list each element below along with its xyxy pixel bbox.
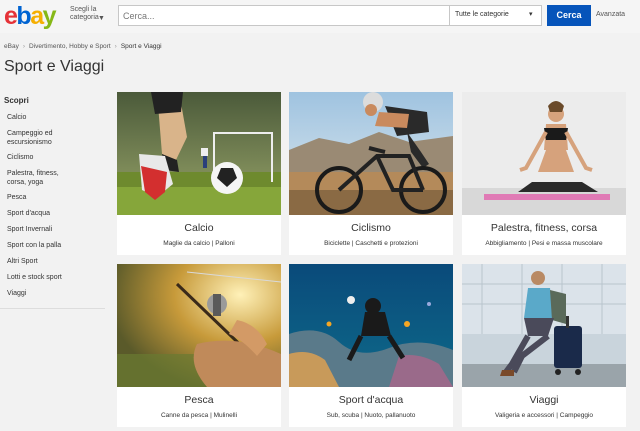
category-dropdown[interactable]: Scegli la categoria ▼ [70,6,114,22]
sidebar-item-viaggi[interactable]: Viaggi [0,289,26,298]
sidebar-item-altri-sport[interactable]: Altri Sport [0,257,38,266]
breadcrumb: eBay › Divertimento, Hobby e Sport › Sport e… [4,43,162,50]
card-image-viaggi [462,264,626,387]
breadcrumb-separator-icon: › [114,43,117,50]
card-title: Ciclismo [351,222,391,234]
breadcrumb-current: Sport e Viaggi [120,43,162,50]
sidebar-divider [0,308,105,309]
card-subtitle: Biciclette | Caschetti e protezioni [324,240,418,247]
search-box: Tutte le categorie ▾ [118,5,542,26]
sidebar-item-pesca[interactable]: Pesca [0,193,26,202]
card-title: Palestra, fitness, corsa [490,222,598,234]
sidebar-item-sport-acqua[interactable]: Sport d'acqua [0,209,50,218]
header: ebay Scegli la categoria ▼ Tutte le cate… [0,0,640,33]
card-image-sport-acqua [289,264,453,387]
card-subtitle: Valigeria e accessori | Campeggio [494,412,594,419]
search-button[interactable]: Cerca [547,5,591,26]
card-subtitle: Abbigliamento | Pesi e massa muscolare [485,240,603,247]
page-title: Sport e Viaggi [4,58,105,75]
card-subtitle: Maglie da calcio | Palloni [163,240,235,247]
card-image-pesca [117,264,281,387]
sidebar-item-campeggio[interactable]: Campeggio ed escursionismo [0,129,70,147]
category-dropdown-label: Scegli la categoria [70,6,99,21]
breadcrumb-separator-icon: › [22,43,25,50]
sidebar-heading: Scopri [4,96,29,105]
category-card-pesca[interactable]: Pesca Canne da pesca | Mulinelli [117,264,281,427]
category-card-ciclismo[interactable]: Ciclismo Biciclette | Caschetti e protez… [289,92,453,255]
sidebar-item-calcio[interactable]: Calcio [0,113,26,122]
sidebar-item-ciclismo[interactable]: Ciclismo [0,153,33,162]
card-image-calcio [117,92,281,215]
search-input[interactable] [123,8,443,23]
sidebar: Scopri Calcio Campeggio ed escursionismo… [0,90,105,309]
breadcrumb-link-hobby[interactable]: Divertimento, Hobby e Sport [29,43,111,50]
card-image-ciclismo [289,92,453,215]
category-card-palestra[interactable]: Palestra, fitness, corsa Abbigliamento |… [462,92,626,255]
card-title: Pesca [184,394,214,406]
category-card-viaggi[interactable]: Viaggi Valigeria e accessori | Campeggio [462,264,626,427]
card-image-palestra [462,92,626,215]
sidebar-item-palestra[interactable]: Palestra, fitness, corsa, yoga [0,169,72,187]
advanced-search-link[interactable]: Avanzata [596,11,625,18]
category-card-sport-acqua[interactable]: Sport d'acqua Sub, scuba | Nuoto, pallan… [289,264,453,427]
category-select[interactable]: Tutte le categorie [455,11,509,18]
card-subtitle: Sub, scuba | Nuoto, pallanuoto [326,412,416,419]
category-card-calcio[interactable]: Calcio Maglie da calcio | Palloni [117,92,281,255]
card-title: Sport d'acqua [338,394,404,406]
sidebar-item-sport-palla[interactable]: Sport con la palla [0,241,61,250]
card-subtitle: Canne da pesca | Mulinelli [160,412,238,419]
card-title: Calcio [184,222,214,234]
sidebar-item-lotti[interactable]: Lotti e stock sport [0,273,62,282]
sidebar-item-sport-invernali[interactable]: Sport Invernali [0,225,52,234]
chevron-down-icon: ▾ [529,11,533,18]
breadcrumb-link-ebay[interactable]: eBay [4,43,19,50]
card-title: Viaggi [529,394,559,406]
search-divider [449,6,450,25]
ebay-logo[interactable]: ebay [4,2,57,30]
chevron-down-icon: ▼ [98,15,105,22]
